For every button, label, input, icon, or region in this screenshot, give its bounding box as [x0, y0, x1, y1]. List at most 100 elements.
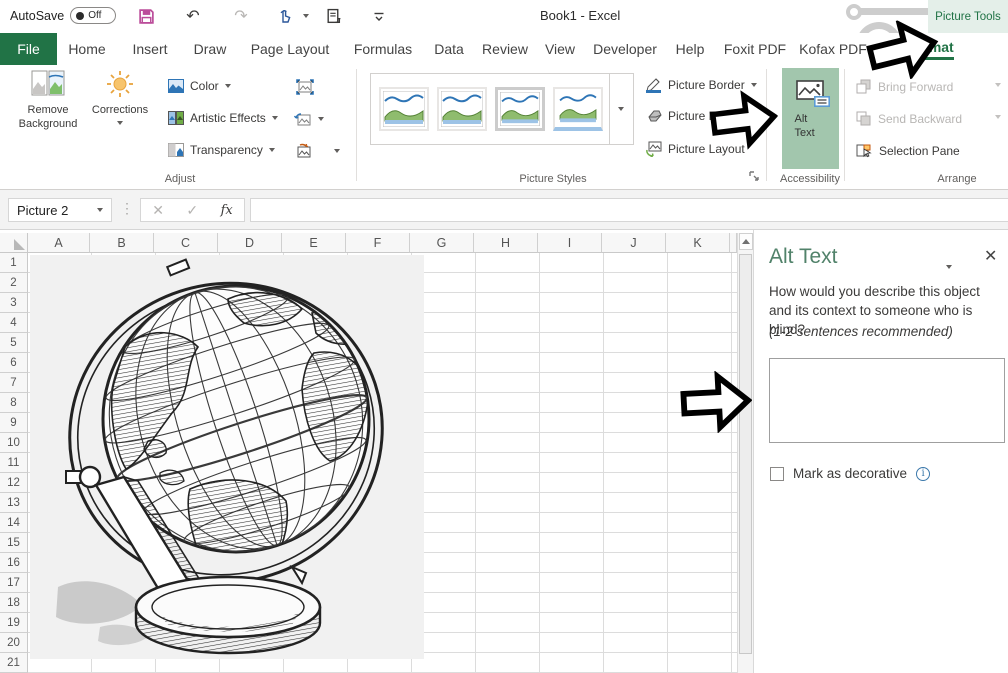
row-header[interactable]: 14	[0, 513, 28, 533]
column-header-filler	[730, 233, 737, 253]
globe-picture[interactable]	[30, 255, 424, 659]
column-header[interactable]: C	[154, 233, 218, 253]
row-header[interactable]: 2	[0, 273, 28, 293]
picture-styles-group-label: Picture Styles	[503, 173, 603, 185]
column-header[interactable]: F	[346, 233, 410, 253]
row-header[interactable]: 21	[0, 653, 28, 673]
tab-home[interactable]: Home	[62, 33, 112, 65]
cancel-icon[interactable]: ✕	[152, 202, 164, 219]
tab-kofax-pdf[interactable]: Kofax PDF	[797, 33, 869, 65]
picture-border-icon	[645, 77, 662, 93]
print-preview-icon[interactable]	[320, 4, 346, 28]
mark-decorative-checkbox[interactable]	[770, 467, 784, 481]
picture-style-3[interactable]	[495, 87, 545, 131]
row-header[interactable]: 10	[0, 433, 28, 453]
column-header[interactable]: K	[666, 233, 730, 253]
row-header[interactable]: 17	[0, 573, 28, 593]
row-header[interactable]: 5	[0, 333, 28, 353]
row-header[interactable]: 4	[0, 313, 28, 333]
bring-forward-dropdown	[995, 83, 1001, 87]
alt-text-button[interactable]: Alt Text	[782, 68, 839, 169]
picture-style-4[interactable]	[553, 87, 603, 131]
column-header[interactable]: B	[90, 233, 154, 253]
column-header[interactable]: J	[602, 233, 666, 253]
enter-icon[interactable]: ✓	[186, 202, 198, 219]
tab-draw[interactable]: Draw	[186, 33, 234, 65]
color-menu[interactable]: Color	[168, 79, 231, 93]
change-picture-menu[interactable]	[294, 111, 324, 127]
picture-style-2[interactable]	[437, 87, 487, 131]
row-header[interactable]: 16	[0, 553, 28, 573]
vertical-scrollbar[interactable]	[737, 233, 753, 673]
picture-style-1[interactable]	[379, 87, 429, 131]
column-header[interactable]: H	[474, 233, 538, 253]
row-header[interactable]: 1	[0, 253, 28, 273]
selection-pane-icon	[856, 143, 873, 158]
row-header[interactable]: 3	[0, 293, 28, 313]
tab-file[interactable]: File	[0, 33, 57, 65]
redacted-scribble-ring	[846, 4, 862, 20]
select-all-corner[interactable]	[0, 233, 28, 253]
row-header[interactable]: 7	[0, 373, 28, 393]
info-icon[interactable]: i	[916, 467, 930, 481]
picture-styles-gallery[interactable]	[370, 73, 634, 145]
arrange-group-label: Arrange	[907, 173, 1007, 185]
accessibility-group-label: Accessibility	[760, 173, 860, 185]
row-header[interactable]: 13	[0, 493, 28, 513]
picture-styles-dialog-launcher[interactable]	[748, 170, 760, 182]
artistic-effects-menu[interactable]: Artistic Effects	[168, 111, 278, 125]
insert-function-icon[interactable]: fx	[221, 203, 233, 218]
window-title: Book1 - Excel	[540, 8, 620, 23]
name-box[interactable]: Picture 2	[8, 198, 112, 222]
formula-input[interactable]	[250, 198, 1008, 222]
row-header[interactable]: 11	[0, 453, 28, 473]
row-header[interactable]: 15	[0, 533, 28, 553]
tab-data[interactable]: Data	[427, 33, 471, 65]
row-header[interactable]: 6	[0, 353, 28, 373]
column-header[interactable]: I	[538, 233, 602, 253]
pane-options-chevron-icon[interactable]	[946, 256, 952, 274]
gallery-more-button[interactable]	[609, 74, 632, 144]
tab-developer[interactable]: Developer	[590, 33, 660, 65]
compress-picture-icon[interactable]	[296, 79, 314, 95]
row-header[interactable]: 19	[0, 613, 28, 633]
reset-picture-menu[interactable]	[294, 143, 340, 159]
row-header[interactable]: 18	[0, 593, 28, 613]
row-header[interactable]: 12	[0, 473, 28, 493]
adjust-group-label: Adjust	[130, 173, 230, 185]
picture-effects-icon	[645, 109, 662, 123]
row-header[interactable]: 8	[0, 393, 28, 413]
autosave-toggle[interactable]: AutoSave Off	[10, 7, 116, 24]
column-header[interactable]: D	[218, 233, 282, 253]
transparency-menu[interactable]: Transparency	[168, 143, 275, 157]
pane-close-icon[interactable]: ✕	[984, 246, 997, 266]
tab-help[interactable]: Help	[668, 33, 712, 65]
tab-formulas[interactable]: Formulas	[348, 33, 418, 65]
row-header[interactable]: 9	[0, 413, 28, 433]
alt-text-description-input[interactable]	[769, 358, 1005, 443]
row-header[interactable]: 20	[0, 633, 28, 653]
remove-background-button[interactable]: Remove Background	[8, 69, 88, 131]
tab-view[interactable]: View	[538, 33, 582, 65]
title-bar: AutoSave Off ↶ ↷ Book1 - Excel Picture T…	[0, 0, 1008, 33]
tab-foxit-pdf[interactable]: Foxit PDF	[720, 33, 790, 65]
picture-tools-contextual-header: Picture Tools	[928, 0, 1008, 33]
save-icon[interactable]	[133, 4, 159, 28]
customize-qat-icon[interactable]	[366, 4, 392, 28]
corrections-button[interactable]: Corrections	[92, 69, 148, 125]
column-header[interactable]: E	[282, 233, 346, 253]
undo-icon[interactable]: ↶	[180, 4, 206, 28]
redo-icon[interactable]: ↷	[228, 4, 254, 28]
touch-mode-dropdown[interactable]	[293, 4, 319, 28]
column-header[interactable]: G	[410, 233, 474, 253]
picture-layout-icon	[645, 141, 662, 157]
tab-review[interactable]: Review	[478, 33, 532, 65]
group-divider	[356, 69, 357, 181]
column-header[interactable]: A	[28, 233, 90, 253]
tab-insert[interactable]: Insert	[123, 33, 177, 65]
scrollbar-thumb[interactable]	[739, 254, 752, 654]
scroll-up-icon[interactable]	[739, 233, 753, 250]
tab-page-layout[interactable]: Page Layout	[247, 33, 333, 65]
selection-pane-menu[interactable]: Selection Pane	[856, 143, 960, 158]
name-box-splitter[interactable]: ⋮	[120, 200, 134, 217]
